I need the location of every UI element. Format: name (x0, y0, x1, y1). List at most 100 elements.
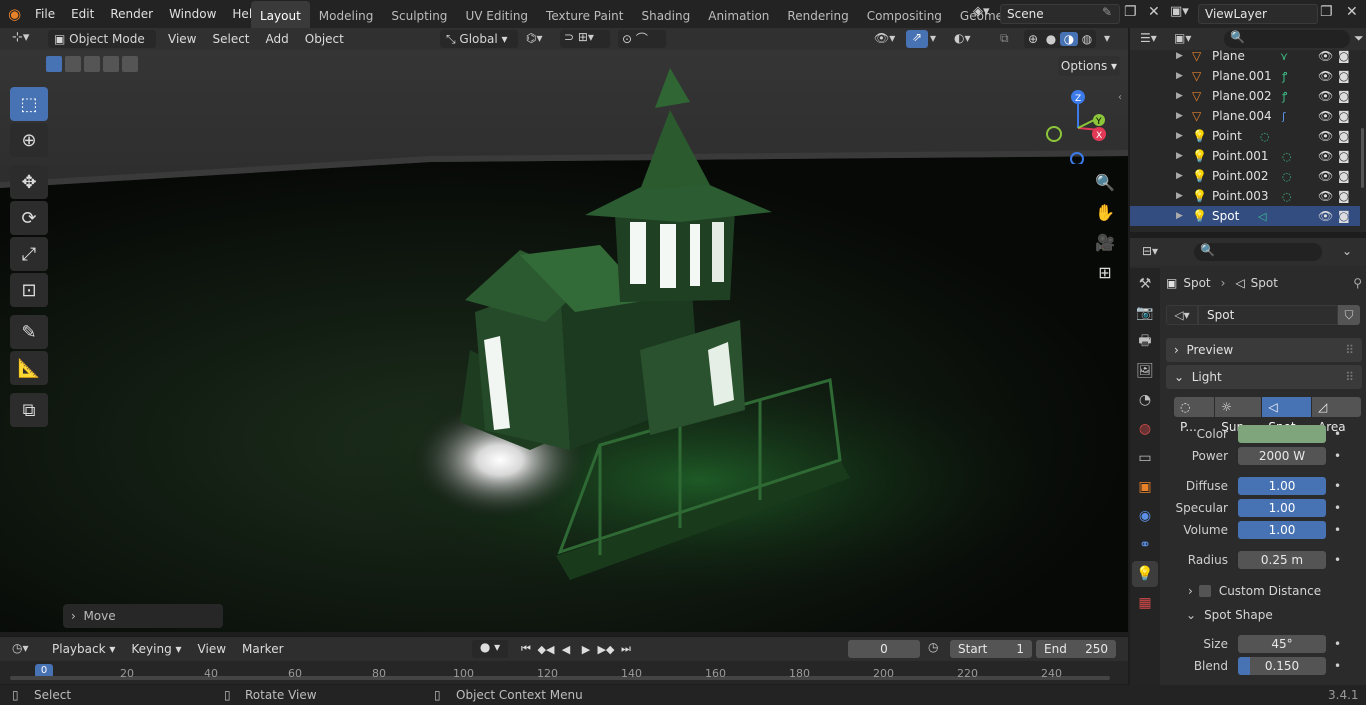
camera-icon[interactable]: ◙ (1338, 189, 1350, 203)
menu-playback[interactable]: Playback ▾ (44, 638, 123, 660)
tab-rendering[interactable]: Rendering (778, 1, 857, 29)
fake-user-shield-icon[interactable]: ⛉ (1338, 305, 1360, 325)
orientation-dropdown[interactable]: ⤡ Global ▾ (440, 30, 518, 48)
shading-dropdown-icon[interactable]: ▾ (1104, 31, 1110, 45)
eye-icon[interactable]: 👁 (1318, 69, 1333, 83)
scale-tool[interactable]: ⤢ (10, 237, 48, 271)
chevron-down-icon[interactable]: ⌄ (1342, 244, 1352, 258)
menu-object[interactable]: Object (297, 28, 352, 50)
camera-icon[interactable]: ◙ (1338, 109, 1350, 123)
light-type-area[interactable]: ◿ Area (1312, 397, 1362, 434)
close-scene-icon[interactable]: ✕ (1148, 4, 1160, 20)
datablock-name-field[interactable]: Spot (1198, 305, 1338, 325)
select-intersect-icon[interactable] (122, 56, 138, 72)
select-box-tool[interactable]: ⬚ (10, 87, 48, 121)
properties-editor-icon[interactable]: ⊟▾ (1142, 244, 1158, 258)
timeline-scrollbar[interactable] (10, 676, 1110, 680)
tab-uv-editing[interactable]: UV Editing (456, 1, 537, 29)
list-item[interactable]: ▶ ▽ Plane.004 ʃ 👁 ◙ (1130, 106, 1360, 126)
pan-hand-icon[interactable]: ✋ (1092, 199, 1118, 225)
select-subtract-icon[interactable] (84, 56, 100, 72)
eye-icon[interactable]: 👁 (1318, 49, 1333, 63)
outliner-scrollbar[interactable] (1361, 128, 1364, 188)
output-tab-icon[interactable]: 🖶 (1132, 329, 1158, 355)
jump-end-icon[interactable]: ⏭ (616, 639, 636, 659)
view-layer-field[interactable]: ViewLayer (1198, 4, 1318, 24)
annotate-tool[interactable]: ✎ (10, 315, 48, 349)
tab-sculpting[interactable]: Sculpting (382, 1, 456, 29)
light-type-point[interactable]: ◌ P... (1174, 397, 1215, 434)
current-frame-field[interactable]: 0 (848, 640, 920, 658)
keyframe-dot-icon[interactable]: • (1334, 479, 1341, 493)
keyframe-dot-icon[interactable]: • (1334, 553, 1341, 567)
color-swatch[interactable] (1238, 425, 1326, 443)
menu-timeline-view[interactable]: View (190, 638, 234, 660)
object-tab-icon[interactable]: ▣ (1132, 474, 1158, 500)
texture-tab-icon[interactable]: ▦ (1132, 590, 1158, 616)
drag-handle-icon[interactable]: ⠿ (1345, 338, 1354, 362)
render-tab-icon[interactable]: 📷 (1132, 300, 1158, 326)
ortho-grid-icon[interactable]: ⊞ (1092, 259, 1118, 285)
next-keyframe-icon[interactable]: ▶◆ (596, 639, 616, 659)
scene-type-icon[interactable]: ◈▾ (973, 4, 997, 24)
wireframe-shading-icon[interactable]: ⊕ (1024, 32, 1042, 46)
eye-icon[interactable]: 👁 (1318, 129, 1333, 143)
object-mode-dropdown[interactable]: ▣ Object Mode ▾ (48, 30, 156, 64)
select-extend-icon[interactable] (65, 56, 81, 72)
tab-layout[interactable]: Layout (251, 1, 310, 29)
gizmo-neg-y-icon[interactable] (1046, 126, 1062, 142)
list-item[interactable]: ▶ ▽ Plane ⋎ 👁 ◙ (1130, 46, 1360, 66)
menu-view[interactable]: View (160, 28, 204, 50)
menu-window[interactable]: Window (161, 0, 224, 28)
tab-shading[interactable]: Shading (632, 1, 699, 29)
measure-tool[interactable]: 📐 (10, 351, 48, 385)
tab-modeling[interactable]: Modeling (310, 1, 383, 29)
new-scene-icon[interactable]: ❐ (1124, 4, 1137, 20)
light-type-spot[interactable]: ◁ Spot (1262, 397, 1312, 434)
snap-icon[interactable]: ⊃ ⊞▾ (560, 30, 610, 48)
volume-field[interactable]: 1.00 (1238, 521, 1326, 539)
visibility-icon[interactable]: 👁▾ (874, 31, 895, 45)
gizmo-dropdown-icon[interactable]: ▾ (930, 31, 936, 45)
camera-icon[interactable]: ◙ (1338, 49, 1350, 63)
gizmo-toggle-icon[interactable]: ⇗ (906, 30, 928, 48)
menu-file[interactable]: File (27, 0, 63, 28)
diffuse-field[interactable]: 1.00 (1238, 477, 1326, 495)
pin-icon[interactable]: ⚲ (1353, 276, 1362, 290)
list-item[interactable]: ▶ 💡 Point.001 ◌ 👁 ◙ (1130, 146, 1360, 166)
prev-keyframe-icon[interactable]: ◆◀ (536, 639, 556, 659)
close-view-layer-icon[interactable]: ✕ (1346, 4, 1358, 20)
list-item[interactable]: ▶ 💡 Point.002 ◌ 👁 ◙ (1130, 166, 1360, 186)
clock-icon[interactable]: ◷ (928, 640, 938, 654)
camera-icon[interactable]: ◙ (1338, 69, 1350, 83)
play-reverse-icon[interactable]: ◀ (556, 639, 576, 659)
blend-slider[interactable]: 0.150 (1238, 657, 1326, 675)
collection-tab-icon[interactable]: ▭ (1132, 445, 1158, 471)
camera-icon[interactable]: ◙ (1338, 129, 1350, 143)
play-icon[interactable]: ▶ (576, 639, 596, 659)
navigation-gizmo[interactable]: Z Y X (1040, 84, 1120, 164)
view-layer-icon[interactable]: ▣▾ (1170, 4, 1189, 19)
spot-shape-subpanel[interactable]: ⌄ Spot Shape (1166, 603, 1362, 627)
specular-field[interactable]: 1.00 (1238, 499, 1326, 517)
camera-view-icon[interactable]: 🎥 (1092, 229, 1118, 255)
eye-icon[interactable]: 👁 (1318, 109, 1333, 123)
tab-animation[interactable]: Animation (699, 1, 778, 29)
menu-marker[interactable]: Marker (234, 638, 291, 660)
blender-logo-icon[interactable]: ◉ (8, 5, 26, 23)
menu-add[interactable]: Add (258, 28, 297, 50)
menu-edit[interactable]: Edit (63, 0, 102, 28)
select-new-icon[interactable] (46, 56, 62, 72)
timeline-editor-type-icon[interactable]: ◷▾ (12, 641, 29, 655)
list-item[interactable]: ▶ ▽ Plane.001 ꝭ 👁 ◙ (1130, 66, 1360, 86)
view-layer-tab-icon[interactable]: 🖼 (1132, 358, 1158, 384)
properties-search-input[interactable]: 🔍 (1194, 243, 1322, 261)
camera-icon[interactable]: ◙ (1338, 169, 1350, 183)
solid-shading-icon[interactable]: ● (1042, 32, 1060, 46)
keyframe-dot-icon[interactable]: • (1334, 449, 1341, 463)
transform-tool[interactable]: ⊡ (10, 273, 48, 307)
drag-handle-icon[interactable]: ⠿ (1345, 365, 1354, 389)
pivot-icon[interactable]: ⌬▾ (526, 31, 543, 45)
camera-icon[interactable]: ◙ (1338, 89, 1350, 103)
jump-start-icon[interactable]: ⏮ (516, 639, 536, 659)
